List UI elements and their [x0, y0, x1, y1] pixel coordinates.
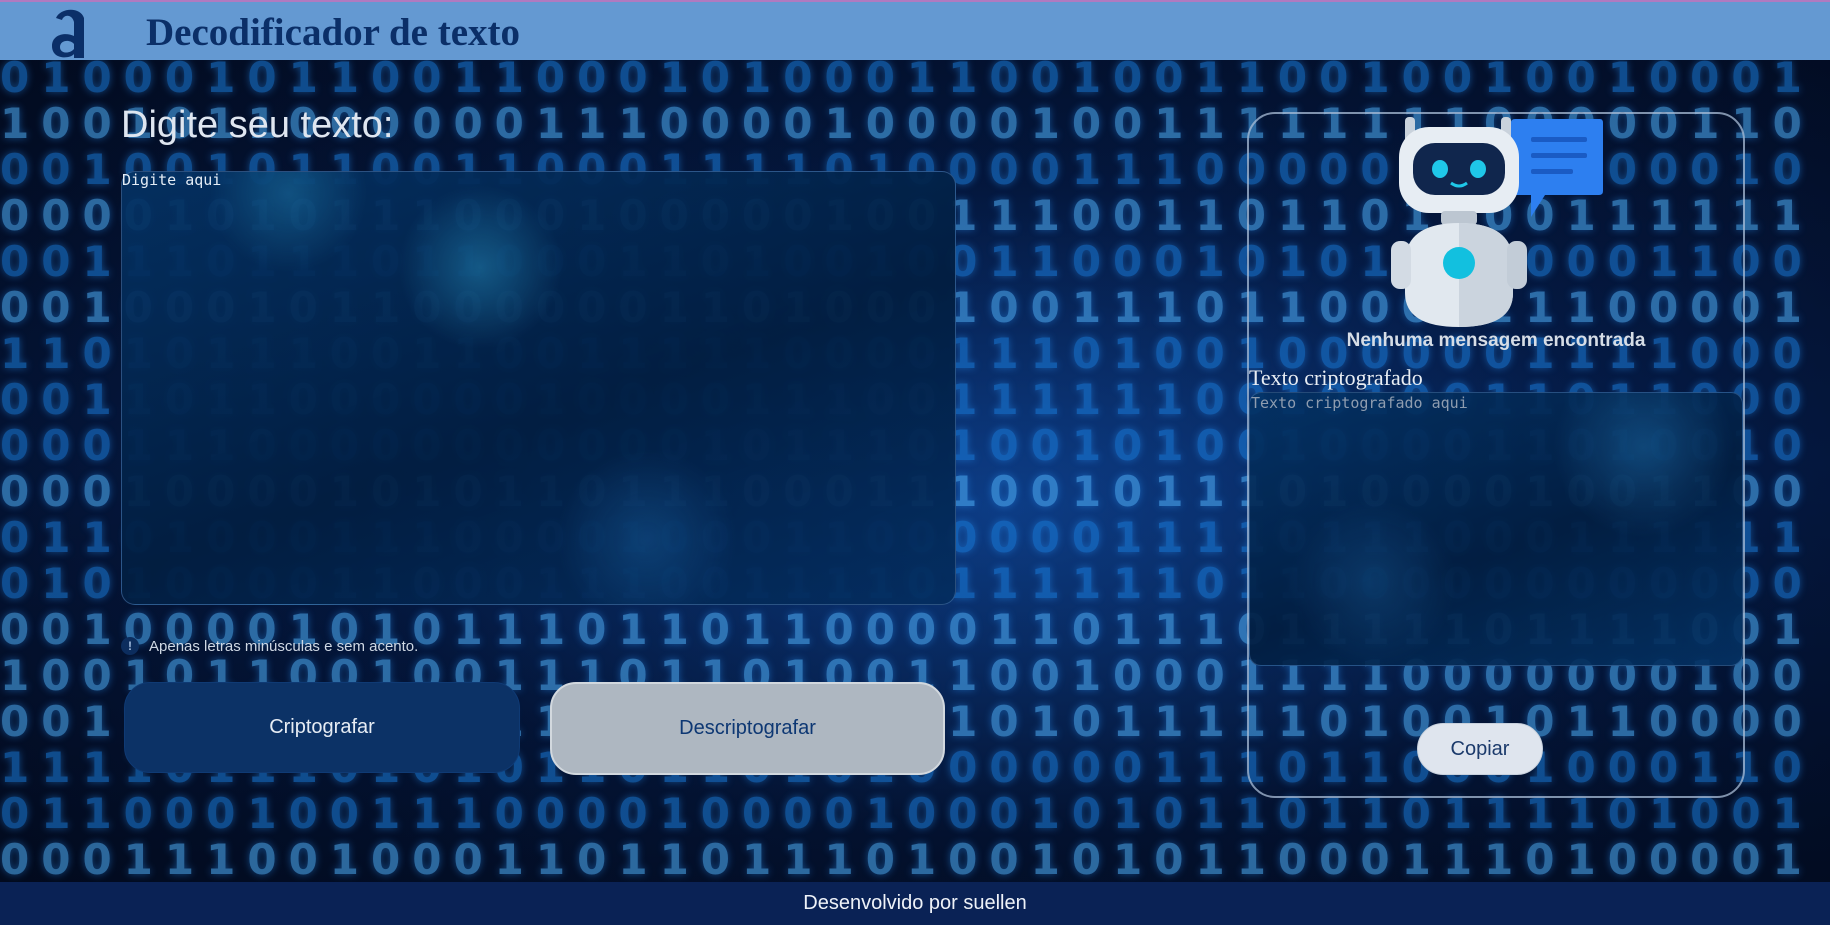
alura-a-logo-icon[interactable]: [46, 4, 94, 62]
robot-with-chat-bubble-icon: [1391, 117, 1603, 327]
input-hint: ! Apenas letras minúsculas e sem acento.: [121, 636, 418, 656]
input-heading: Digite seu texto:: [121, 104, 394, 146]
copy-button[interactable]: Copiar: [1417, 723, 1543, 775]
output-label: Texto criptografado: [1249, 365, 1423, 390]
output-textarea[interactable]: [1251, 394, 1743, 666]
app-footer: Desenvolvido por suellen: [0, 882, 1830, 925]
output-text-area-container[interactable]: [1249, 392, 1743, 666]
exclamation-circle-icon: !: [121, 637, 139, 655]
footer-text: Desenvolvido por suellen: [803, 892, 1027, 914]
app-title: Decodificador de texto: [146, 11, 521, 54]
input-textarea[interactable]: [122, 171, 955, 603]
app-header: Decodificador de texto: [0, 0, 1830, 60]
decrypt-button[interactable]: Descriptografar: [550, 682, 945, 775]
empty-state-message: Nenhuma mensagem encontrada: [1346, 330, 1646, 351]
input-text-area-container[interactable]: [121, 171, 956, 605]
hint-text: Apenas letras minúsculas e sem acento.: [149, 637, 419, 655]
encrypt-button[interactable]: Criptografar: [124, 682, 520, 773]
